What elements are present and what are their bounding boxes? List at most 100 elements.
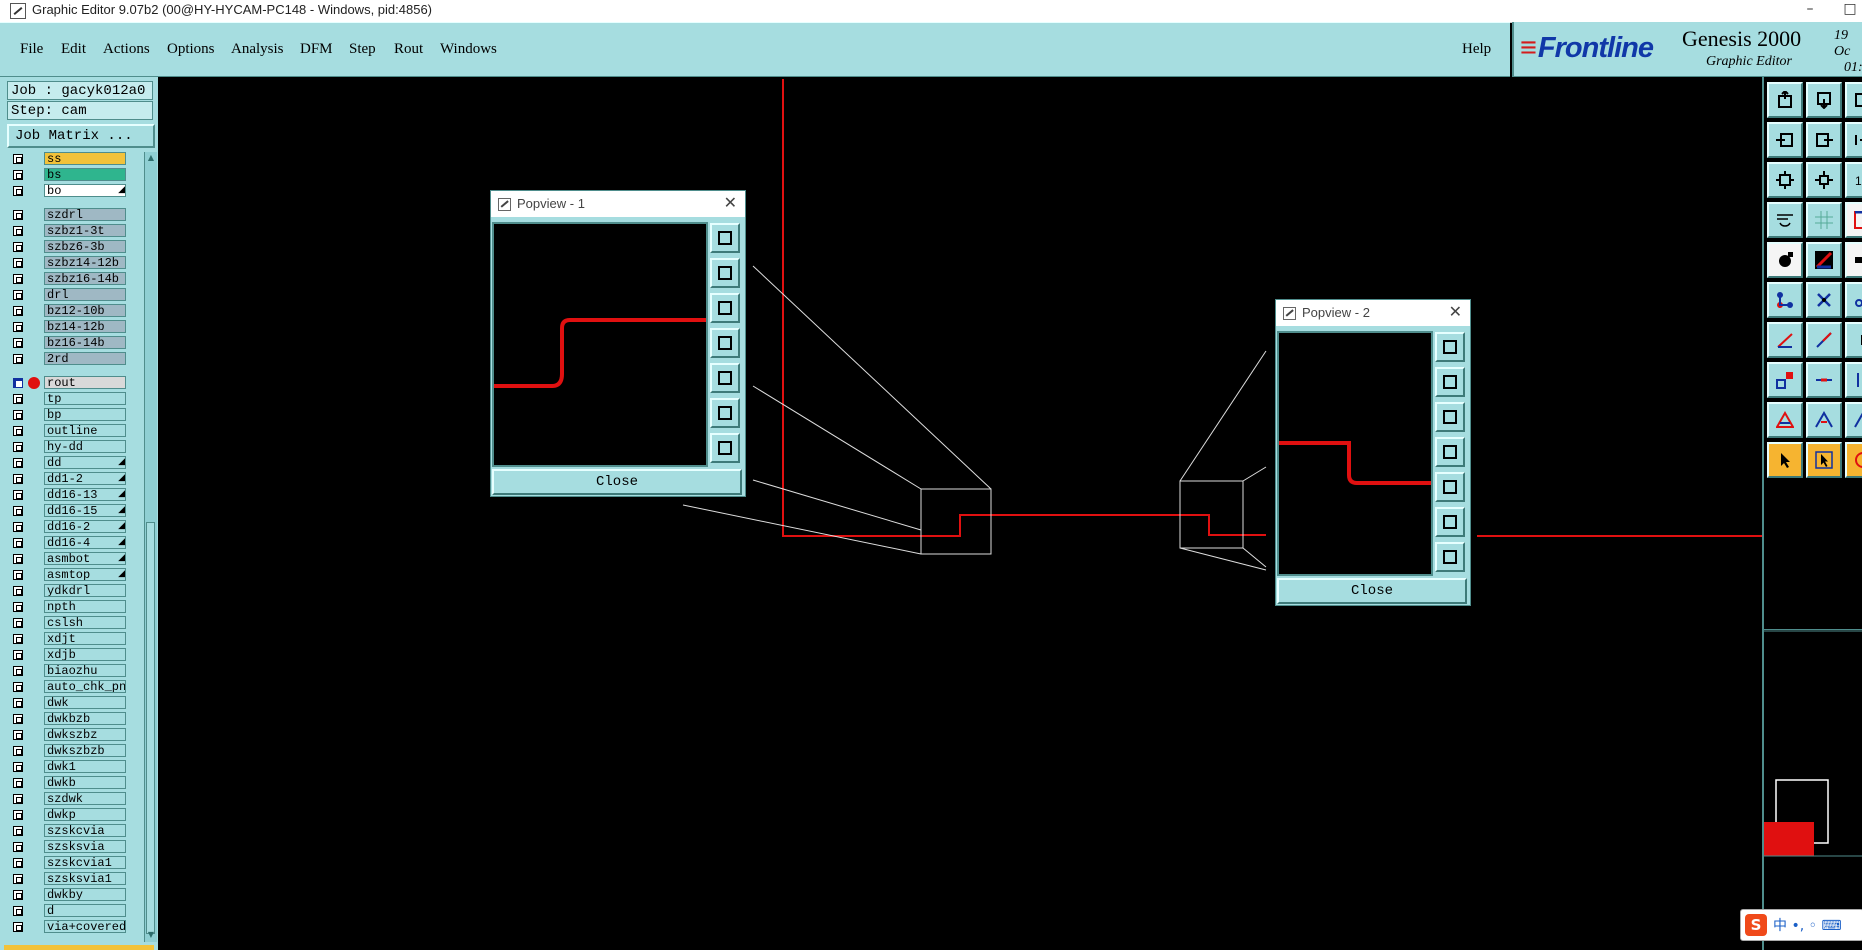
layer-name[interactable]: szbz1-3t bbox=[44, 224, 126, 237]
layer-row-szskcvia[interactable]: szskcvia bbox=[7, 824, 129, 838]
layer-row-via-covered[interactable]: via+covered bbox=[7, 920, 129, 934]
popview-1-window[interactable]: Popview - 1 ✕ Close bbox=[490, 190, 746, 497]
layer-checkbox[interactable] bbox=[13, 746, 23, 756]
popview-2-titlebar[interactable]: Popview - 2 ✕ bbox=[1276, 300, 1470, 326]
menu-file[interactable]: File bbox=[20, 41, 43, 58]
layer-row-szbz14-12b[interactable]: szbz14-12b bbox=[7, 256, 129, 270]
ime-logo-icon[interactable]: S bbox=[1745, 914, 1767, 936]
ratio-tool-icon[interactable]: 1: bbox=[1845, 162, 1862, 198]
layer-checkbox[interactable] bbox=[13, 682, 23, 692]
layer-row-szdwk[interactable]: szdwk bbox=[7, 792, 129, 806]
layer-name[interactable]: dd16-2 bbox=[44, 520, 126, 533]
layer-name[interactable]: dwkbzb bbox=[44, 712, 126, 725]
scroll-down-arrow[interactable]: ▼ bbox=[146, 930, 156, 940]
zoom-fit-tool-icon[interactable] bbox=[1767, 162, 1803, 198]
layer-name[interactable]: bs bbox=[44, 168, 126, 181]
layer-name[interactable]: dwkszbz bbox=[44, 728, 126, 741]
connect-tool-icon[interactable] bbox=[1767, 282, 1803, 318]
minimize-button[interactable]: – bbox=[1790, 0, 1830, 22]
scroll-thumb[interactable] bbox=[146, 522, 155, 934]
layer-row-asmbot[interactable]: asmbot ◢ bbox=[7, 552, 129, 566]
layer-row-tp[interactable]: tp bbox=[7, 392, 129, 406]
layer-checkbox[interactable] bbox=[13, 306, 23, 316]
layer-name[interactable]: dd16-4 bbox=[44, 536, 126, 549]
layer-checkbox[interactable] bbox=[13, 714, 23, 724]
layer-row-dd1-2[interactable]: dd1-2 ◢ bbox=[7, 472, 129, 486]
layer-name[interactable]: dwkb bbox=[44, 776, 126, 789]
layer-name[interactable]: dwk1 bbox=[44, 760, 126, 773]
layer-row-dd16-15[interactable]: dd16-15 ◢ bbox=[7, 504, 129, 518]
menu-help[interactable]: Help bbox=[1462, 41, 1491, 58]
layer-row-dwkszbzb[interactable]: dwkszbzb bbox=[7, 744, 129, 758]
layer-checkbox[interactable] bbox=[13, 730, 23, 740]
angle-tool-icon[interactable] bbox=[1845, 402, 1862, 438]
snap-tool-icon[interactable] bbox=[1845, 202, 1862, 238]
popview-zoom-in-button[interactable] bbox=[710, 433, 740, 463]
layer-name[interactable]: bp bbox=[44, 408, 126, 421]
layer-checkbox[interactable] bbox=[13, 490, 23, 500]
menu-actions[interactable]: Actions bbox=[103, 41, 150, 58]
layer-row-ydkdrl[interactable]: ydkdrl bbox=[7, 584, 129, 598]
layer-row-xdjt[interactable]: xdjt bbox=[7, 632, 129, 646]
layer-row-dwkb[interactable]: dwkb bbox=[7, 776, 129, 790]
layer-name[interactable]: dd16-13 bbox=[44, 488, 126, 501]
layer-row-dwkby[interactable]: dwkby bbox=[7, 888, 129, 902]
popview-pan-right-button[interactable] bbox=[1435, 472, 1465, 502]
layer-row-dd16-13[interactable]: dd16-13 ◢ bbox=[7, 488, 129, 502]
layer-row-dwk1[interactable]: dwk1 bbox=[7, 760, 129, 774]
layer-name[interactable]: szskcvia bbox=[44, 824, 126, 837]
popview-1-close-icon[interactable]: ✕ bbox=[724, 193, 737, 213]
layer-name[interactable]: 2rd bbox=[44, 352, 126, 365]
pan-left-tool-icon[interactable] bbox=[1767, 122, 1803, 158]
layer-checkbox[interactable] bbox=[13, 226, 23, 236]
layer-checkbox[interactable] bbox=[13, 474, 23, 484]
split-tool-icon[interactable] bbox=[1845, 362, 1862, 398]
pointer-tool-icon[interactable] bbox=[1767, 442, 1803, 478]
layer-row-dwkszbz[interactable]: dwkszbz bbox=[7, 728, 129, 742]
layer-name[interactable]: dd1-2 bbox=[44, 472, 126, 485]
layer-name[interactable]: dwkp bbox=[44, 808, 126, 821]
layer-row-dwk[interactable]: dwk bbox=[7, 696, 129, 710]
layer-checkbox[interactable] bbox=[13, 458, 23, 468]
menu-options[interactable]: Options bbox=[167, 41, 215, 58]
peak-tool-icon[interactable] bbox=[1806, 402, 1842, 438]
menu-rout[interactable]: Rout bbox=[394, 41, 423, 58]
popview-pan-up-button[interactable] bbox=[710, 258, 740, 288]
layer-checkbox[interactable] bbox=[13, 378, 23, 388]
popview-zoom-out-button[interactable] bbox=[1435, 507, 1465, 537]
maximize-button[interactable]: □ bbox=[1830, 0, 1862, 22]
layer-checkbox[interactable] bbox=[13, 554, 23, 564]
layer-checkbox[interactable] bbox=[13, 890, 23, 900]
layer-name[interactable]: d bbox=[44, 904, 126, 917]
layer-checkbox[interactable] bbox=[13, 858, 23, 868]
cut-line-tool-icon[interactable] bbox=[1806, 362, 1842, 398]
scroll-up-arrow[interactable]: ▲ bbox=[146, 153, 156, 163]
layer-name[interactable]: dwkszbzb bbox=[44, 744, 126, 757]
layer-checkbox[interactable] bbox=[13, 778, 23, 788]
menu-edit[interactable]: Edit bbox=[61, 41, 86, 58]
graphic-canvas[interactable] bbox=[158, 77, 1762, 950]
popview-2-close-button[interactable]: Close bbox=[1277, 578, 1467, 604]
layer-row-hy-dd[interactable]: hy-dd bbox=[7, 440, 129, 454]
layer-name[interactable]: xdjt bbox=[44, 632, 126, 645]
menu-windows[interactable]: Windows bbox=[440, 41, 497, 58]
popview-pan-down-button[interactable] bbox=[1435, 402, 1465, 432]
pan-down-tool-icon[interactable] bbox=[1806, 82, 1842, 118]
layer-name[interactable]: outline bbox=[44, 424, 126, 437]
layer-checkbox[interactable] bbox=[13, 538, 23, 548]
layer-name[interactable]: ss bbox=[44, 152, 126, 165]
layer-name[interactable]: dwkby bbox=[44, 888, 126, 901]
menu-dfm[interactable]: DFM bbox=[300, 41, 333, 58]
layer-row-xdjb[interactable]: xdjb bbox=[7, 648, 129, 662]
move-tool-icon[interactable] bbox=[1845, 282, 1862, 318]
layer-checkbox[interactable] bbox=[13, 810, 23, 820]
layer-checkbox[interactable] bbox=[13, 826, 23, 836]
ime-status[interactable]: 中 •, ◦ ⌨ bbox=[1773, 915, 1842, 935]
layer-name[interactable]: npth bbox=[44, 600, 126, 613]
layer-checkbox[interactable] bbox=[13, 602, 23, 612]
layer-name[interactable]: bz14-12b bbox=[44, 320, 126, 333]
popview-pan-up-button[interactable] bbox=[1435, 367, 1465, 397]
measure-tool-icon[interactable] bbox=[1767, 202, 1803, 238]
layer-checkbox[interactable] bbox=[13, 242, 23, 252]
ime-toolbar[interactable]: S 中 •, ◦ ⌨ bbox=[1740, 909, 1862, 941]
